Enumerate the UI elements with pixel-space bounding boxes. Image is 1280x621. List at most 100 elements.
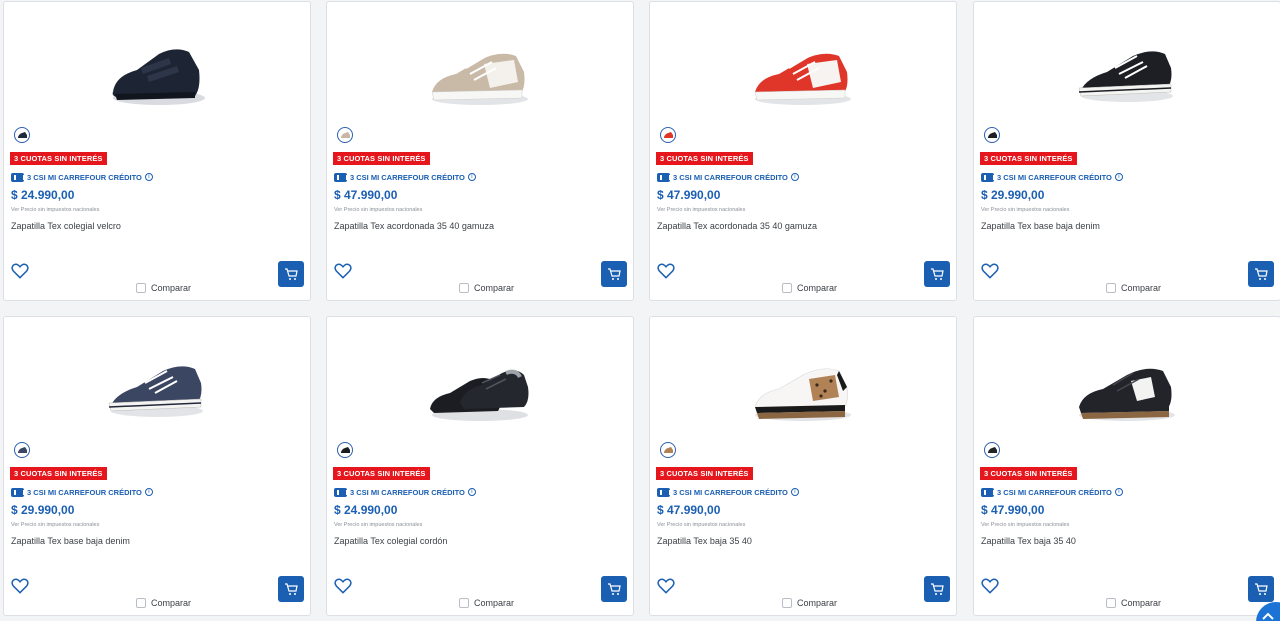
product-grid: 3 CUOTAS SIN INTERÉS 3 CSI MI CARREFOUR … <box>3 1 1280 621</box>
color-swatch[interactable] <box>337 442 353 458</box>
tax-note-link[interactable]: Ver Precio sin impuestos nacionales <box>11 207 99 213</box>
product-name[interactable]: Zapatilla Tex acordonada 35 40 gamuza <box>657 221 817 231</box>
compare-checkbox[interactable]: Comparar <box>1106 598 1161 608</box>
carrefour-card-icon <box>981 172 995 182</box>
product-price: $ 24.990,00 <box>11 188 75 202</box>
product-name[interactable]: Zapatilla Tex colegial velcro <box>11 221 121 231</box>
info-icon[interactable]: i <box>144 488 153 496</box>
carrefour-card-icon <box>334 172 348 182</box>
product-price: $ 29.990,00 <box>981 188 1045 202</box>
compare-label: Comparar <box>151 598 192 608</box>
info-icon[interactable]: i <box>467 173 476 181</box>
product-name[interactable]: Zapatilla Tex baja 35 40 <box>657 536 752 546</box>
add-to-cart-button[interactable] <box>601 261 627 287</box>
checkbox-box[interactable] <box>782 283 792 293</box>
product-image[interactable] <box>327 32 633 122</box>
product-card[interactable]: 3 CUOTAS SIN INTERÉS 3 CSI MI CARREFOUR … <box>973 1 1280 301</box>
product-image[interactable] <box>4 347 310 437</box>
tax-note-link[interactable]: Ver Precio sin impuestos nacionales <box>981 522 1069 528</box>
checkbox-box[interactable] <box>136 283 146 293</box>
compare-label: Comparar <box>474 283 515 293</box>
tax-note-link[interactable]: Ver Precio sin impuestos nacionales <box>11 522 99 528</box>
product-image[interactable] <box>650 32 956 122</box>
color-swatch[interactable] <box>660 127 676 143</box>
compare-checkbox[interactable]: Comparar <box>782 598 837 608</box>
info-icon[interactable]: i <box>1114 173 1123 181</box>
checkbox-box[interactable] <box>1106 283 1116 293</box>
product-card[interactable]: 3 CUOTAS SIN INTERÉS 3 CSI MI CARREFOUR … <box>649 316 957 616</box>
color-swatch[interactable] <box>14 442 30 458</box>
info-icon[interactable]: i <box>144 173 153 181</box>
product-name[interactable]: Zapatilla Tex acordonada 35 40 gamuza <box>334 221 494 231</box>
product-image[interactable] <box>974 32 1280 122</box>
product-price: $ 47.990,00 <box>657 503 721 517</box>
product-name[interactable]: Zapatilla Tex baja 35 40 <box>981 536 1076 546</box>
tax-note-link[interactable]: Ver Precio sin impuestos nacionales <box>334 522 422 528</box>
info-icon[interactable]: i <box>1114 488 1123 496</box>
checkbox-box[interactable] <box>1106 598 1116 608</box>
product-image[interactable] <box>650 347 956 437</box>
product-card[interactable]: 3 CUOTAS SIN INTERÉS 3 CSI MI CARREFOUR … <box>326 316 634 616</box>
heart-icon[interactable] <box>980 576 1000 596</box>
heart-icon[interactable] <box>333 576 353 596</box>
product-name[interactable]: Zapatilla Tex base baja denim <box>11 536 130 546</box>
product-price: $ 24.990,00 <box>334 503 398 517</box>
compare-checkbox[interactable]: Comparar <box>1106 283 1161 293</box>
tax-note-link[interactable]: Ver Precio sin impuestos nacionales <box>657 522 745 528</box>
installments-badge: 3 CUOTAS SIN INTERÉS <box>656 152 753 165</box>
product-image[interactable] <box>4 32 310 122</box>
installments-badge: 3 CUOTAS SIN INTERÉS <box>10 152 107 165</box>
product-image[interactable] <box>327 347 633 437</box>
heart-icon[interactable] <box>980 261 1000 281</box>
shoe-black-gum-icon <box>1079 368 1175 421</box>
product-name[interactable]: Zapatilla Tex colegial cordón <box>334 536 447 546</box>
color-swatch[interactable] <box>984 442 1000 458</box>
product-name[interactable]: Zapatilla Tex base baja denim <box>981 221 1100 231</box>
product-card[interactable]: 3 CUOTAS SIN INTERÉS 3 CSI MI CARREFOUR … <box>973 316 1280 616</box>
tax-note-link[interactable]: Ver Precio sin impuestos nacionales <box>981 207 1069 213</box>
product-price: $ 29.990,00 <box>11 503 75 517</box>
checkbox-box[interactable] <box>136 598 146 608</box>
compare-checkbox[interactable]: Comparar <box>459 598 514 608</box>
add-to-cart-button[interactable] <box>601 576 627 602</box>
info-icon[interactable]: i <box>790 173 799 181</box>
add-to-cart-button[interactable] <box>278 261 304 287</box>
product-card[interactable]: 3 CUOTAS SIN INTERÉS 3 CSI MI CARREFOUR … <box>326 1 634 301</box>
tax-note-link[interactable]: Ver Precio sin impuestos nacionales <box>334 207 422 213</box>
color-swatch[interactable] <box>984 127 1000 143</box>
product-card[interactable]: 3 CUOTAS SIN INTERÉS 3 CSI MI CARREFOUR … <box>649 1 957 301</box>
shoe-black-laced-icon <box>430 369 529 421</box>
heart-icon[interactable] <box>10 576 30 596</box>
info-icon[interactable]: i <box>467 488 476 496</box>
add-to-cart-button[interactable] <box>924 261 950 287</box>
color-swatch[interactable] <box>337 127 353 143</box>
add-to-cart-button[interactable] <box>1248 576 1274 602</box>
product-card[interactable]: 3 CUOTAS SIN INTERÉS 3 CSI MI CARREFOUR … <box>3 316 311 616</box>
heart-icon[interactable] <box>656 261 676 281</box>
heart-icon[interactable] <box>333 261 353 281</box>
add-to-cart-button[interactable] <box>1248 261 1274 287</box>
compare-checkbox[interactable]: Comparar <box>459 283 514 293</box>
checkbox-box[interactable] <box>459 283 469 293</box>
checkbox-box[interactable] <box>459 598 469 608</box>
add-to-cart-button[interactable] <box>924 576 950 602</box>
compare-checkbox[interactable]: Comparar <box>136 598 191 608</box>
product-image[interactable] <box>974 347 1280 437</box>
heart-icon[interactable] <box>10 261 30 281</box>
color-swatch[interactable] <box>660 442 676 458</box>
product-card[interactable]: 3 CUOTAS SIN INTERÉS 3 CSI MI CARREFOUR … <box>3 1 311 301</box>
carrefour-credit-promo: 3 CSI MI CARREFOUR CRÉDITO i <box>657 486 799 498</box>
cart-icon <box>1255 267 1268 280</box>
color-swatch[interactable] <box>14 127 30 143</box>
installments-badge: 3 CUOTAS SIN INTERÉS <box>980 467 1077 480</box>
info-icon[interactable]: i <box>790 488 799 496</box>
compare-checkbox[interactable]: Comparar <box>782 283 837 293</box>
tax-note-link[interactable]: Ver Precio sin impuestos nacionales <box>657 207 745 213</box>
swatch-shoe-icon <box>987 447 997 453</box>
carrefour-credit-promo: 3 CSI MI CARREFOUR CRÉDITO i <box>981 486 1123 498</box>
swatch-shoe-icon <box>17 132 27 138</box>
add-to-cart-button[interactable] <box>278 576 304 602</box>
compare-checkbox[interactable]: Comparar <box>136 283 191 293</box>
checkbox-box[interactable] <box>782 598 792 608</box>
heart-icon[interactable] <box>656 576 676 596</box>
